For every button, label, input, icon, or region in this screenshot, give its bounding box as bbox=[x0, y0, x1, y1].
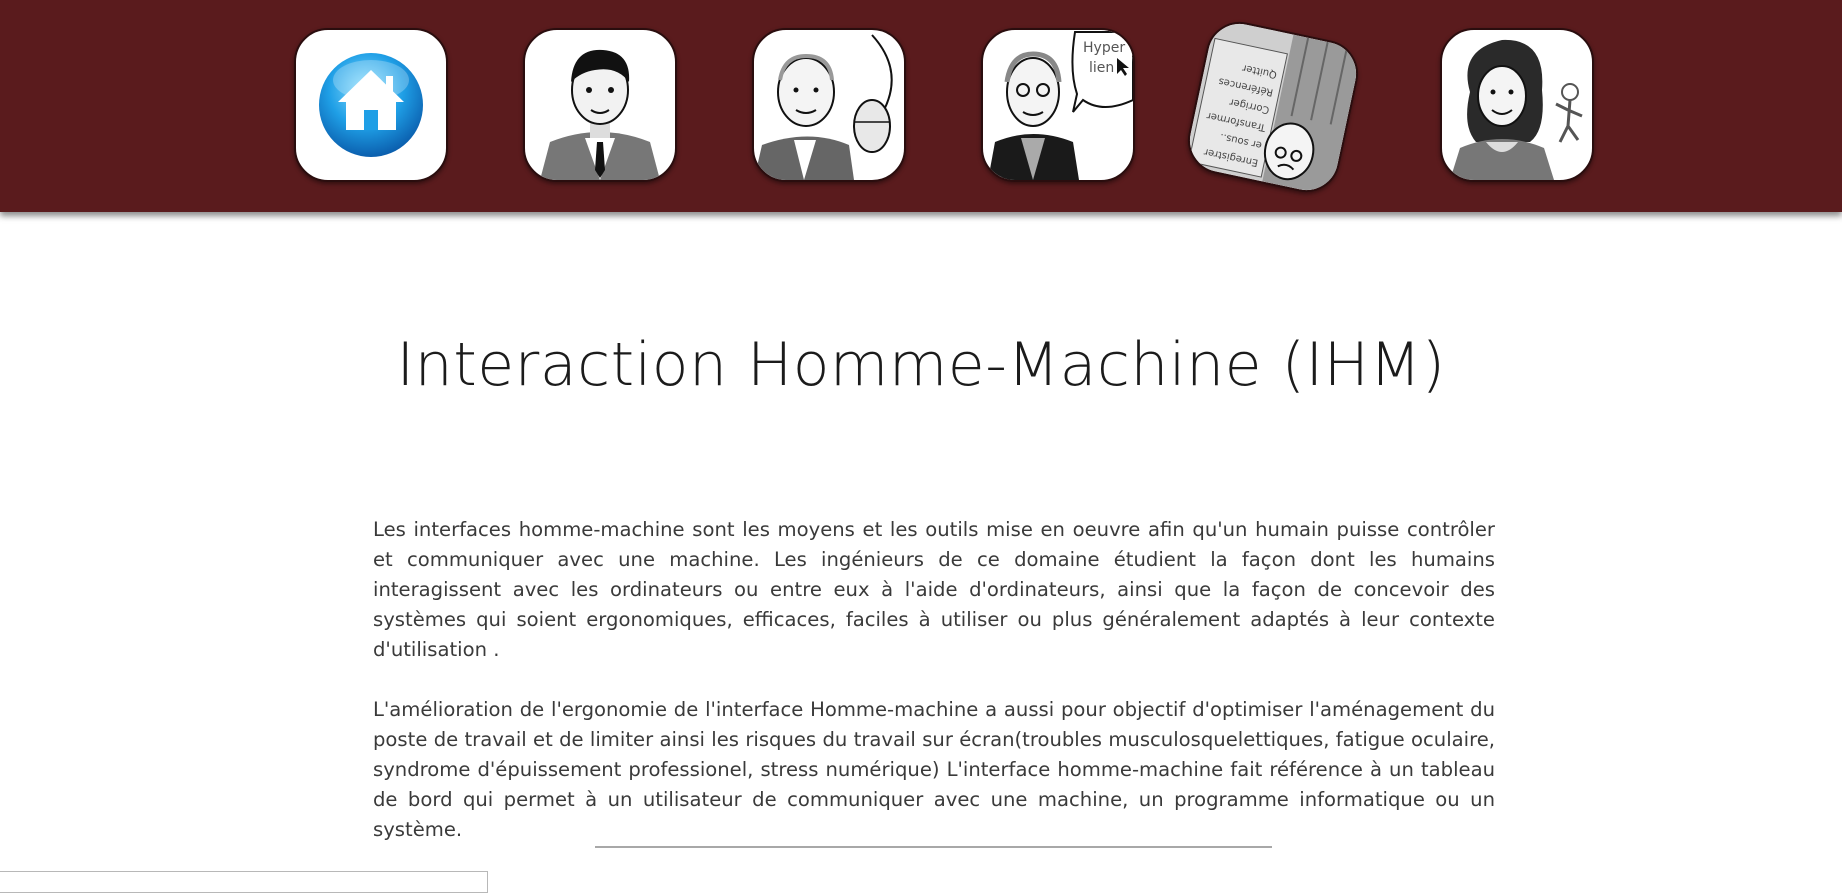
woman-portrait-icon bbox=[1450, 39, 1583, 180]
man-portrait-icon bbox=[540, 49, 660, 180]
portrait-button-3[interactable]: Hyper lien bbox=[981, 28, 1135, 182]
top-navigation-bar: Hyper lien Enregistrer er sous.. Transfo… bbox=[0, 0, 1842, 212]
intro-paragraph: Les interfaces homme-machine sont les mo… bbox=[373, 518, 1495, 661]
portrait-button-2[interactable] bbox=[752, 28, 906, 182]
svg-text:Hyper: Hyper bbox=[1083, 40, 1125, 56]
home-icon bbox=[319, 53, 423, 157]
portrait-button-5[interactable] bbox=[1440, 28, 1594, 182]
man-hyperlink-icon: Hyper lien bbox=[988, 31, 1133, 180]
section-divider bbox=[595, 846, 1272, 848]
man-with-mouse-icon bbox=[754, 34, 893, 180]
man-menu-icon: Enregistrer er sous.. Transformer Corrig… bbox=[1184, 18, 1362, 196]
article-body: Les interfaces homme-machine sont les mo… bbox=[373, 515, 1495, 875]
svg-text:lien: lien bbox=[1089, 60, 1114, 76]
portrait-button-4[interactable]: Enregistrer er sous.. Transformer Corrig… bbox=[1181, 15, 1365, 199]
ergonomics-paragraph: L'amélioration de l'ergonomie de l'inter… bbox=[373, 698, 1495, 841]
home-button[interactable] bbox=[294, 28, 448, 182]
page-title: Interaction Homme-Machine (IHM) bbox=[396, 330, 1446, 400]
bottom-left-panel bbox=[0, 871, 488, 893]
portrait-button-1[interactable] bbox=[523, 28, 677, 182]
